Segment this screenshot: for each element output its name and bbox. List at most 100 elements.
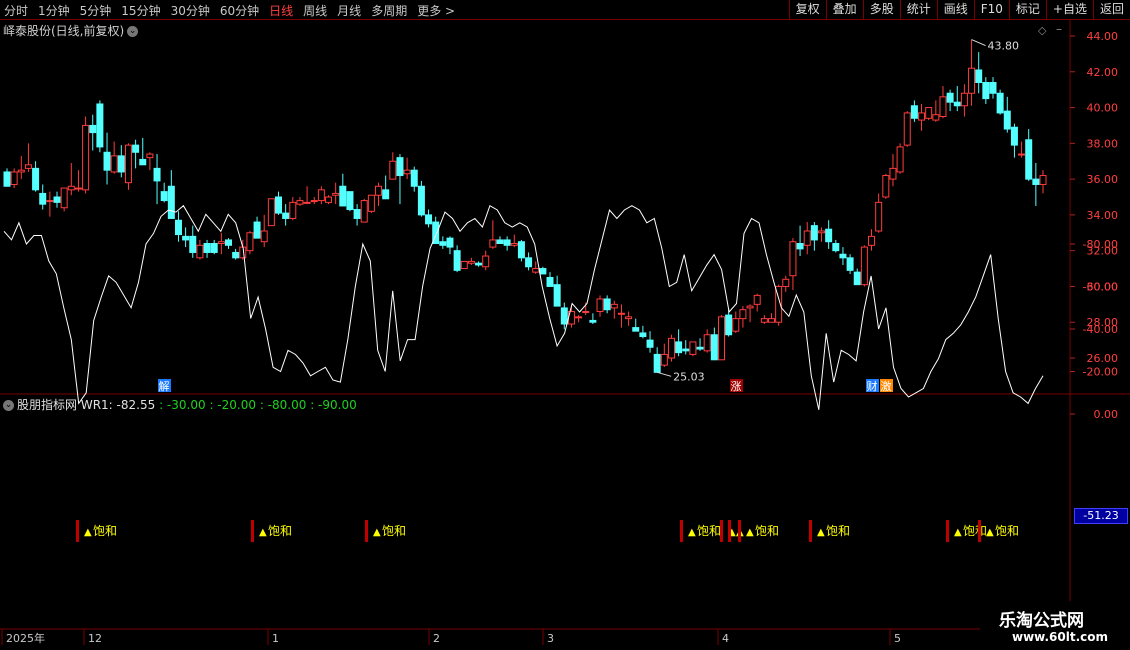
candle-body — [382, 189, 390, 200]
xaxis-label: 12 — [88, 632, 102, 645]
candle-body — [539, 268, 547, 275]
candle-body — [182, 235, 190, 241]
candle-body — [625, 316, 633, 320]
candle-body — [224, 239, 232, 246]
candle-body — [24, 164, 32, 169]
candle-body — [460, 260, 468, 270]
candle-body — [217, 241, 225, 245]
candle-body — [596, 298, 604, 312]
price-tick-label: 40.00 — [1087, 102, 1119, 115]
candle-body — [1025, 139, 1033, 180]
candle-body — [682, 348, 690, 352]
signal-bar — [809, 520, 812, 542]
signal-triangle: ▲ — [954, 527, 962, 538]
signal-bar — [251, 520, 254, 542]
candle-body — [446, 237, 454, 248]
price-tick-label: 26.00 — [1087, 352, 1119, 365]
candle-body — [410, 169, 418, 187]
candle-body — [782, 278, 790, 287]
indicator-title-bar: ⌄ 股朋指标网 WR1: -82.55 : -30.00 : -20.00 : -… — [3, 396, 357, 413]
watermark-name: 乐淘公式网 — [999, 611, 1084, 631]
candle-body — [582, 310, 590, 313]
candle-body — [717, 316, 725, 361]
candle-body — [803, 230, 811, 246]
candle-body — [767, 318, 775, 323]
candle-body — [53, 196, 61, 203]
candle-body — [3, 171, 11, 187]
candle-body — [1010, 126, 1018, 146]
candle-body — [289, 201, 297, 219]
candle-body — [796, 243, 804, 250]
candle-body — [146, 153, 154, 159]
price-tick-label: 38.00 — [1087, 137, 1119, 150]
candle-body — [617, 312, 625, 315]
candle-body — [39, 192, 47, 205]
current-value-badge: -51.23 — [1074, 508, 1128, 524]
candle-body — [903, 112, 911, 146]
candle-body — [689, 341, 697, 355]
candle-body — [1039, 175, 1047, 185]
signal-triangle: ▲ — [746, 527, 754, 538]
candle-body — [696, 346, 704, 350]
wr-tick-label: 0.00 — [1094, 408, 1119, 421]
candle-body — [839, 253, 847, 259]
level-20: : -20.00 — [209, 398, 256, 412]
candle-body — [760, 318, 768, 323]
candle-body — [875, 201, 883, 232]
signal-bar — [680, 520, 683, 542]
signal-bar — [738, 520, 741, 542]
candle-body — [124, 144, 132, 184]
candle-body — [975, 69, 983, 84]
candle-body — [153, 167, 161, 182]
candle-body — [275, 196, 283, 214]
signal-label: 饱和 — [826, 523, 850, 538]
candle-body — [439, 241, 447, 246]
candle-body — [510, 243, 518, 246]
signal-triangle: ▲ — [817, 527, 825, 538]
candle-body — [517, 241, 525, 259]
candle-body — [968, 67, 976, 94]
candle-body — [403, 169, 411, 175]
candle-body — [267, 198, 275, 227]
signal-bar — [978, 520, 981, 542]
candle-body — [325, 196, 333, 203]
candle-body — [282, 212, 290, 219]
chevron-down-icon[interactable]: ⌄ — [3, 400, 14, 411]
candle-body — [496, 239, 504, 245]
candle-body — [17, 169, 25, 173]
candle-body — [703, 334, 711, 352]
candle-body — [110, 155, 118, 173]
candle-body — [639, 332, 647, 338]
candle-body — [475, 262, 483, 266]
candle-body — [253, 221, 261, 239]
signal-label: 饱和 — [755, 523, 779, 538]
candle-body — [367, 194, 375, 212]
candle-body — [810, 225, 818, 241]
signal-label: 饱和 — [93, 523, 117, 538]
candle-body — [396, 157, 404, 177]
candle-body — [818, 230, 826, 234]
candle-body — [610, 303, 618, 309]
high-pointer — [971, 39, 986, 47]
low-label: 25.03 — [673, 370, 705, 383]
candle-body — [889, 167, 897, 180]
signal-bar — [728, 520, 731, 542]
candle-body — [982, 82, 990, 100]
candle-body — [868, 235, 876, 246]
event-marker: 涨 — [731, 380, 742, 393]
candle-body — [139, 158, 147, 166]
candle-body — [846, 257, 854, 271]
xaxis-label: 2 — [433, 632, 440, 645]
high-label: 43.80 — [988, 40, 1020, 53]
event-marker: 激 — [881, 379, 892, 393]
candle-body — [746, 305, 754, 309]
watermark-url: www.60lt.com — [1012, 630, 1109, 644]
candle-body — [632, 327, 640, 332]
candle-body — [560, 307, 568, 325]
candle-body — [739, 309, 747, 320]
candle-body — [353, 209, 361, 219]
wr-tick-label: -60.00 — [1083, 281, 1118, 294]
candle-body — [467, 260, 475, 264]
candle-body — [189, 235, 197, 253]
candle-body — [196, 244, 204, 259]
